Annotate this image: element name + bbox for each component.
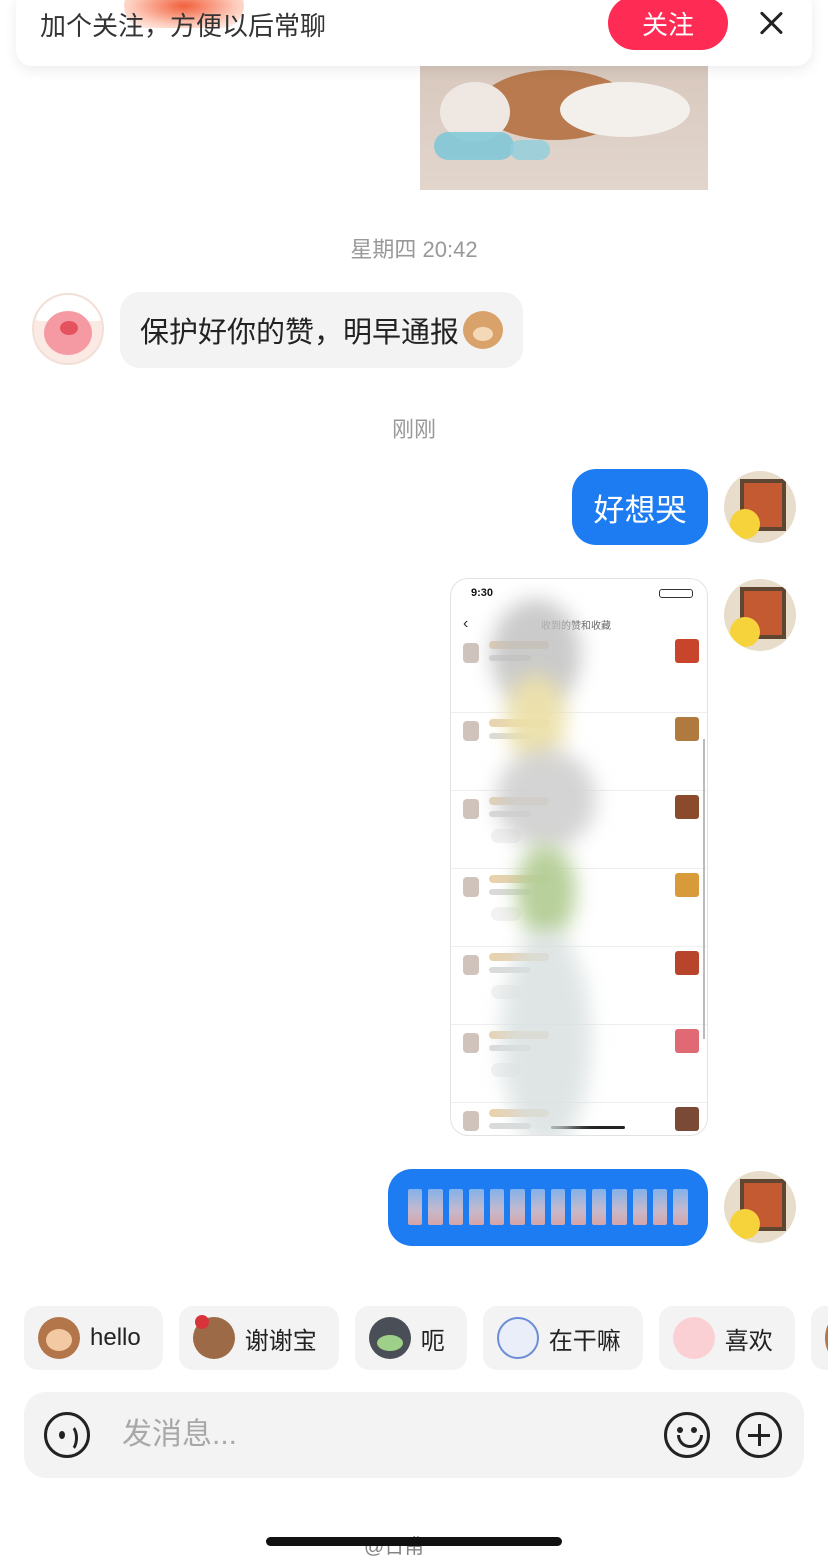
my-avatar[interactable]	[724, 579, 796, 651]
timestamp: 星期四 20:42	[350, 237, 478, 262]
my-avatar[interactable]	[724, 1171, 796, 1243]
redaction-blur	[516, 844, 576, 939]
chevron-left-icon: ‹	[463, 615, 469, 632]
rose-monkey-sticker-icon	[192, 1315, 235, 1359]
battery-icon	[659, 589, 693, 598]
pink-sticker-icon	[672, 1317, 715, 1359]
follow-prompt-text: 加个关注，方便以后常聊	[40, 11, 327, 41]
waveform-icon	[408, 1189, 688, 1225]
incoming-message-bubble[interactable]: 保护好你的赞，明早通报	[120, 292, 524, 368]
follow-button[interactable]: 关注	[608, 0, 728, 50]
quick-reply-bar: hello 谢谢宝 呃 在干嘛 喜欢	[24, 1306, 828, 1370]
timestamp: 刚刚	[391, 417, 436, 442]
emoji-icon[interactable]	[664, 1412, 710, 1458]
crying-cat-image[interactable]	[420, 62, 708, 190]
voice-message-bubble[interactable]	[388, 1169, 708, 1246]
message-composer	[24, 1392, 804, 1478]
shared-screenshot-image[interactable]: 9:30 ‹ 收到的赞和收藏	[450, 578, 708, 1136]
monkey-sticker-icon	[38, 1317, 80, 1359]
contact-avatar[interactable]	[32, 293, 104, 365]
outgoing-message-bubble[interactable]: 好想哭	[572, 469, 708, 545]
magnifier-sticker-icon	[496, 1317, 539, 1359]
quick-reply-thanks[interactable]: 谢谢宝	[178, 1306, 339, 1370]
follow-banner: 加个关注，方便以后常聊 关注	[16, 0, 812, 66]
quick-reply-hello[interactable]: hello	[24, 1306, 163, 1370]
redaction-blur	[496, 749, 596, 849]
plus-icon[interactable]	[736, 1412, 782, 1458]
close-icon[interactable]	[754, 6, 788, 40]
my-avatar[interactable]	[724, 471, 796, 543]
quick-reply-more[interactable]	[810, 1306, 828, 1370]
message-input[interactable]	[122, 1412, 642, 1458]
voice-input-icon[interactable]	[44, 1412, 90, 1458]
list-item	[451, 869, 707, 947]
quick-reply-er[interactable]: 呃	[354, 1306, 467, 1370]
quick-reply-what-doing[interactable]: 在干嘛	[482, 1306, 643, 1370]
dog-emoji-icon	[463, 311, 504, 349]
home-indicator	[266, 1537, 562, 1546]
quick-reply-like[interactable]: 喜欢	[658, 1306, 795, 1370]
screenshot-status-time: 9:30	[471, 587, 494, 599]
scrollbar	[703, 739, 705, 1039]
redaction-blur	[501, 929, 591, 1135]
cat-sticker-icon	[368, 1317, 411, 1359]
message-text: 保护好你的赞，明早通报	[140, 317, 460, 349]
